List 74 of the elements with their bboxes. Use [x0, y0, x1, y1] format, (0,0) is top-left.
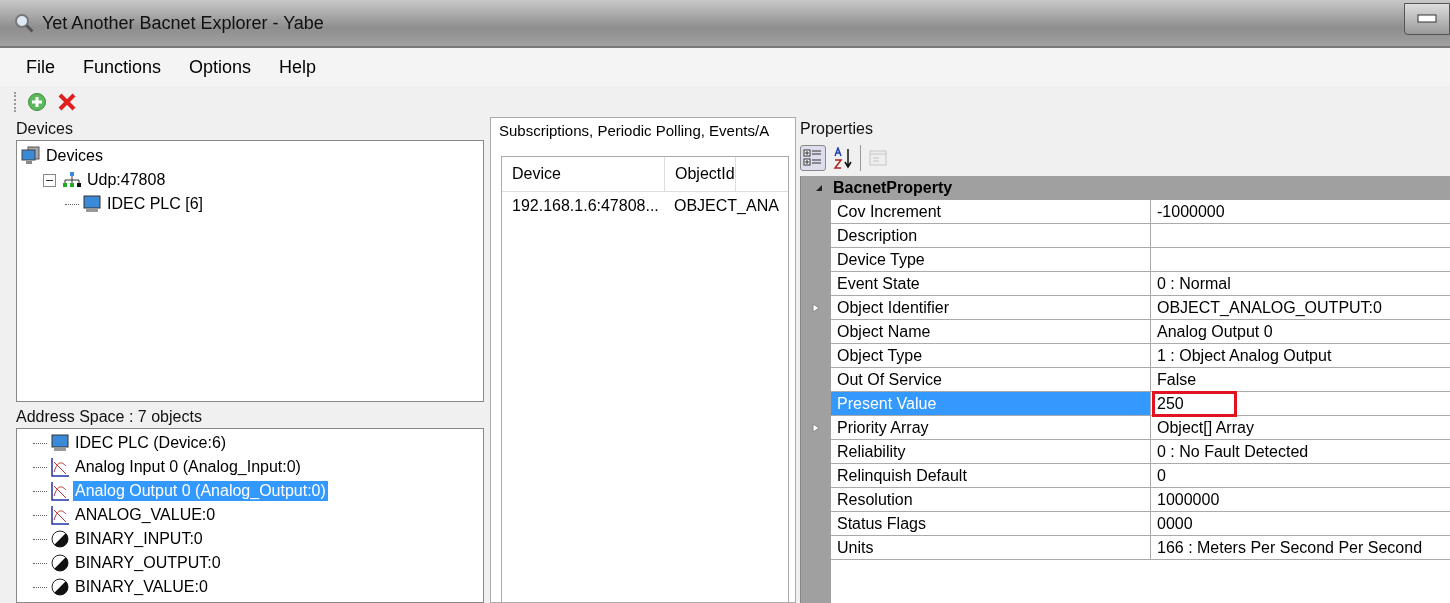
collapse-toggle[interactable]	[43, 173, 56, 187]
panel-title: Address Space : 7 objects	[16, 407, 203, 427]
column-header[interactable]: Device	[502, 157, 665, 191]
categorized-button[interactable]	[800, 145, 826, 171]
monitor-icon	[82, 194, 102, 214]
property-name[interactable]: Status Flags	[831, 512, 1151, 536]
property-name[interactable]: Object Identifier	[831, 296, 1151, 320]
property-value[interactable]: Analog Output 0	[1151, 320, 1450, 344]
tree-item[interactable]: Udp:47808	[85, 170, 168, 190]
collapse-arrow-icon[interactable]	[815, 184, 823, 192]
network-icon	[62, 170, 82, 190]
half-circle-icon	[50, 577, 70, 597]
property-name[interactable]: Device Type	[831, 248, 1151, 272]
tree-item[interactable]: BINARY_INPUT:0	[73, 529, 205, 549]
maximize-icon	[1417, 14, 1437, 24]
property-name[interactable]: Resolution	[831, 488, 1151, 512]
tree-item[interactable]: Devices	[44, 146, 105, 166]
property-value[interactable]: 250	[1151, 392, 1450, 416]
window-title: Yet Another Bacnet Explorer - Yabe	[42, 12, 324, 34]
tree-item[interactable]: IDEC PLC [6]	[105, 194, 206, 214]
maximize-button[interactable]	[1404, 3, 1450, 35]
property-value[interactable]: 1000000	[1151, 488, 1450, 512]
monitor-icon	[50, 433, 70, 453]
half-circle-icon	[50, 553, 70, 573]
tree-item[interactable]: IDEC PLC (Device:6)	[73, 433, 229, 453]
property-name[interactable]: Event State	[831, 272, 1151, 296]
sort-az-icon	[833, 147, 853, 169]
property-name[interactable]: Object Name	[831, 320, 1151, 344]
property-value[interactable]: 0 : Normal	[1151, 272, 1450, 296]
window-icon	[868, 148, 888, 168]
tree-item[interactable]: Analog Input 0 (Analog_Input:0)	[73, 457, 303, 477]
categorized-list-icon	[803, 148, 823, 168]
category-header[interactable]: BacnetProperty	[833, 179, 953, 197]
menu-item[interactable]: File	[26, 56, 55, 78]
expand-arrow-icon[interactable]	[812, 303, 820, 313]
property-value[interactable]: 166 : Meters Per Second Per Second	[1151, 536, 1450, 560]
property-value[interactable]: Object[] Array	[1151, 416, 1450, 440]
half-circle-icon	[50, 529, 70, 549]
property-value[interactable]: -1000000	[1151, 200, 1450, 224]
property-value[interactable]: False	[1151, 368, 1450, 392]
expand-arrow-icon[interactable]	[812, 423, 820, 433]
property-name[interactable]: Priority Array	[831, 416, 1151, 440]
tree-item[interactable]: BINARY_OUTPUT:0	[73, 553, 223, 573]
tree-item[interactable]: BINARY_VALUE:0	[73, 577, 210, 597]
property-value[interactable]: OBJECT_ANALOG_OUTPUT:0	[1151, 296, 1450, 320]
menu-item[interactable]: Options	[189, 56, 252, 78]
plus-circle-icon	[27, 92, 47, 112]
x-icon	[57, 92, 77, 112]
menu-item[interactable]: Functions	[83, 56, 162, 78]
chart-icon	[50, 457, 70, 477]
property-value[interactable]: 0 : No Fault Detected	[1151, 440, 1450, 464]
table-cell-text: OBJECT_ANA	[673, 197, 779, 215]
property-name[interactable]: Relinquish Default	[831, 464, 1151, 488]
toolbar-grip	[14, 92, 19, 112]
table-cell-text: 192.168.1.6:47808...	[511, 197, 660, 215]
tab[interactable]: Subscriptions, Periodic Polling, Events/A	[490, 117, 796, 148]
property-value[interactable]: 0000	[1151, 512, 1450, 536]
chart-icon	[50, 481, 70, 501]
property-name[interactable]: Object Type	[831, 344, 1151, 368]
property-value[interactable]: 0	[1151, 464, 1450, 488]
menu-item[interactable]: Help	[279, 56, 317, 78]
magnifier-icon	[14, 13, 34, 33]
panel-title: Properties	[800, 119, 874, 139]
property-name[interactable]: Description	[831, 224, 1151, 248]
tree-item[interactable]: ANALOG_VALUE:0	[73, 505, 218, 525]
property-name[interactable]: Cov Increment	[831, 200, 1151, 224]
computers-icon	[21, 146, 41, 166]
property-value[interactable]: 1 : Object Analog Output	[1151, 344, 1450, 368]
column-header[interactable]: ObjectId	[665, 157, 736, 191]
panel-title: Devices	[16, 119, 74, 139]
chart-icon	[50, 505, 70, 525]
add-button[interactable]	[25, 90, 49, 114]
property-name[interactable]: Units	[831, 536, 1151, 560]
property-name[interactable]: Reliability	[831, 440, 1151, 464]
